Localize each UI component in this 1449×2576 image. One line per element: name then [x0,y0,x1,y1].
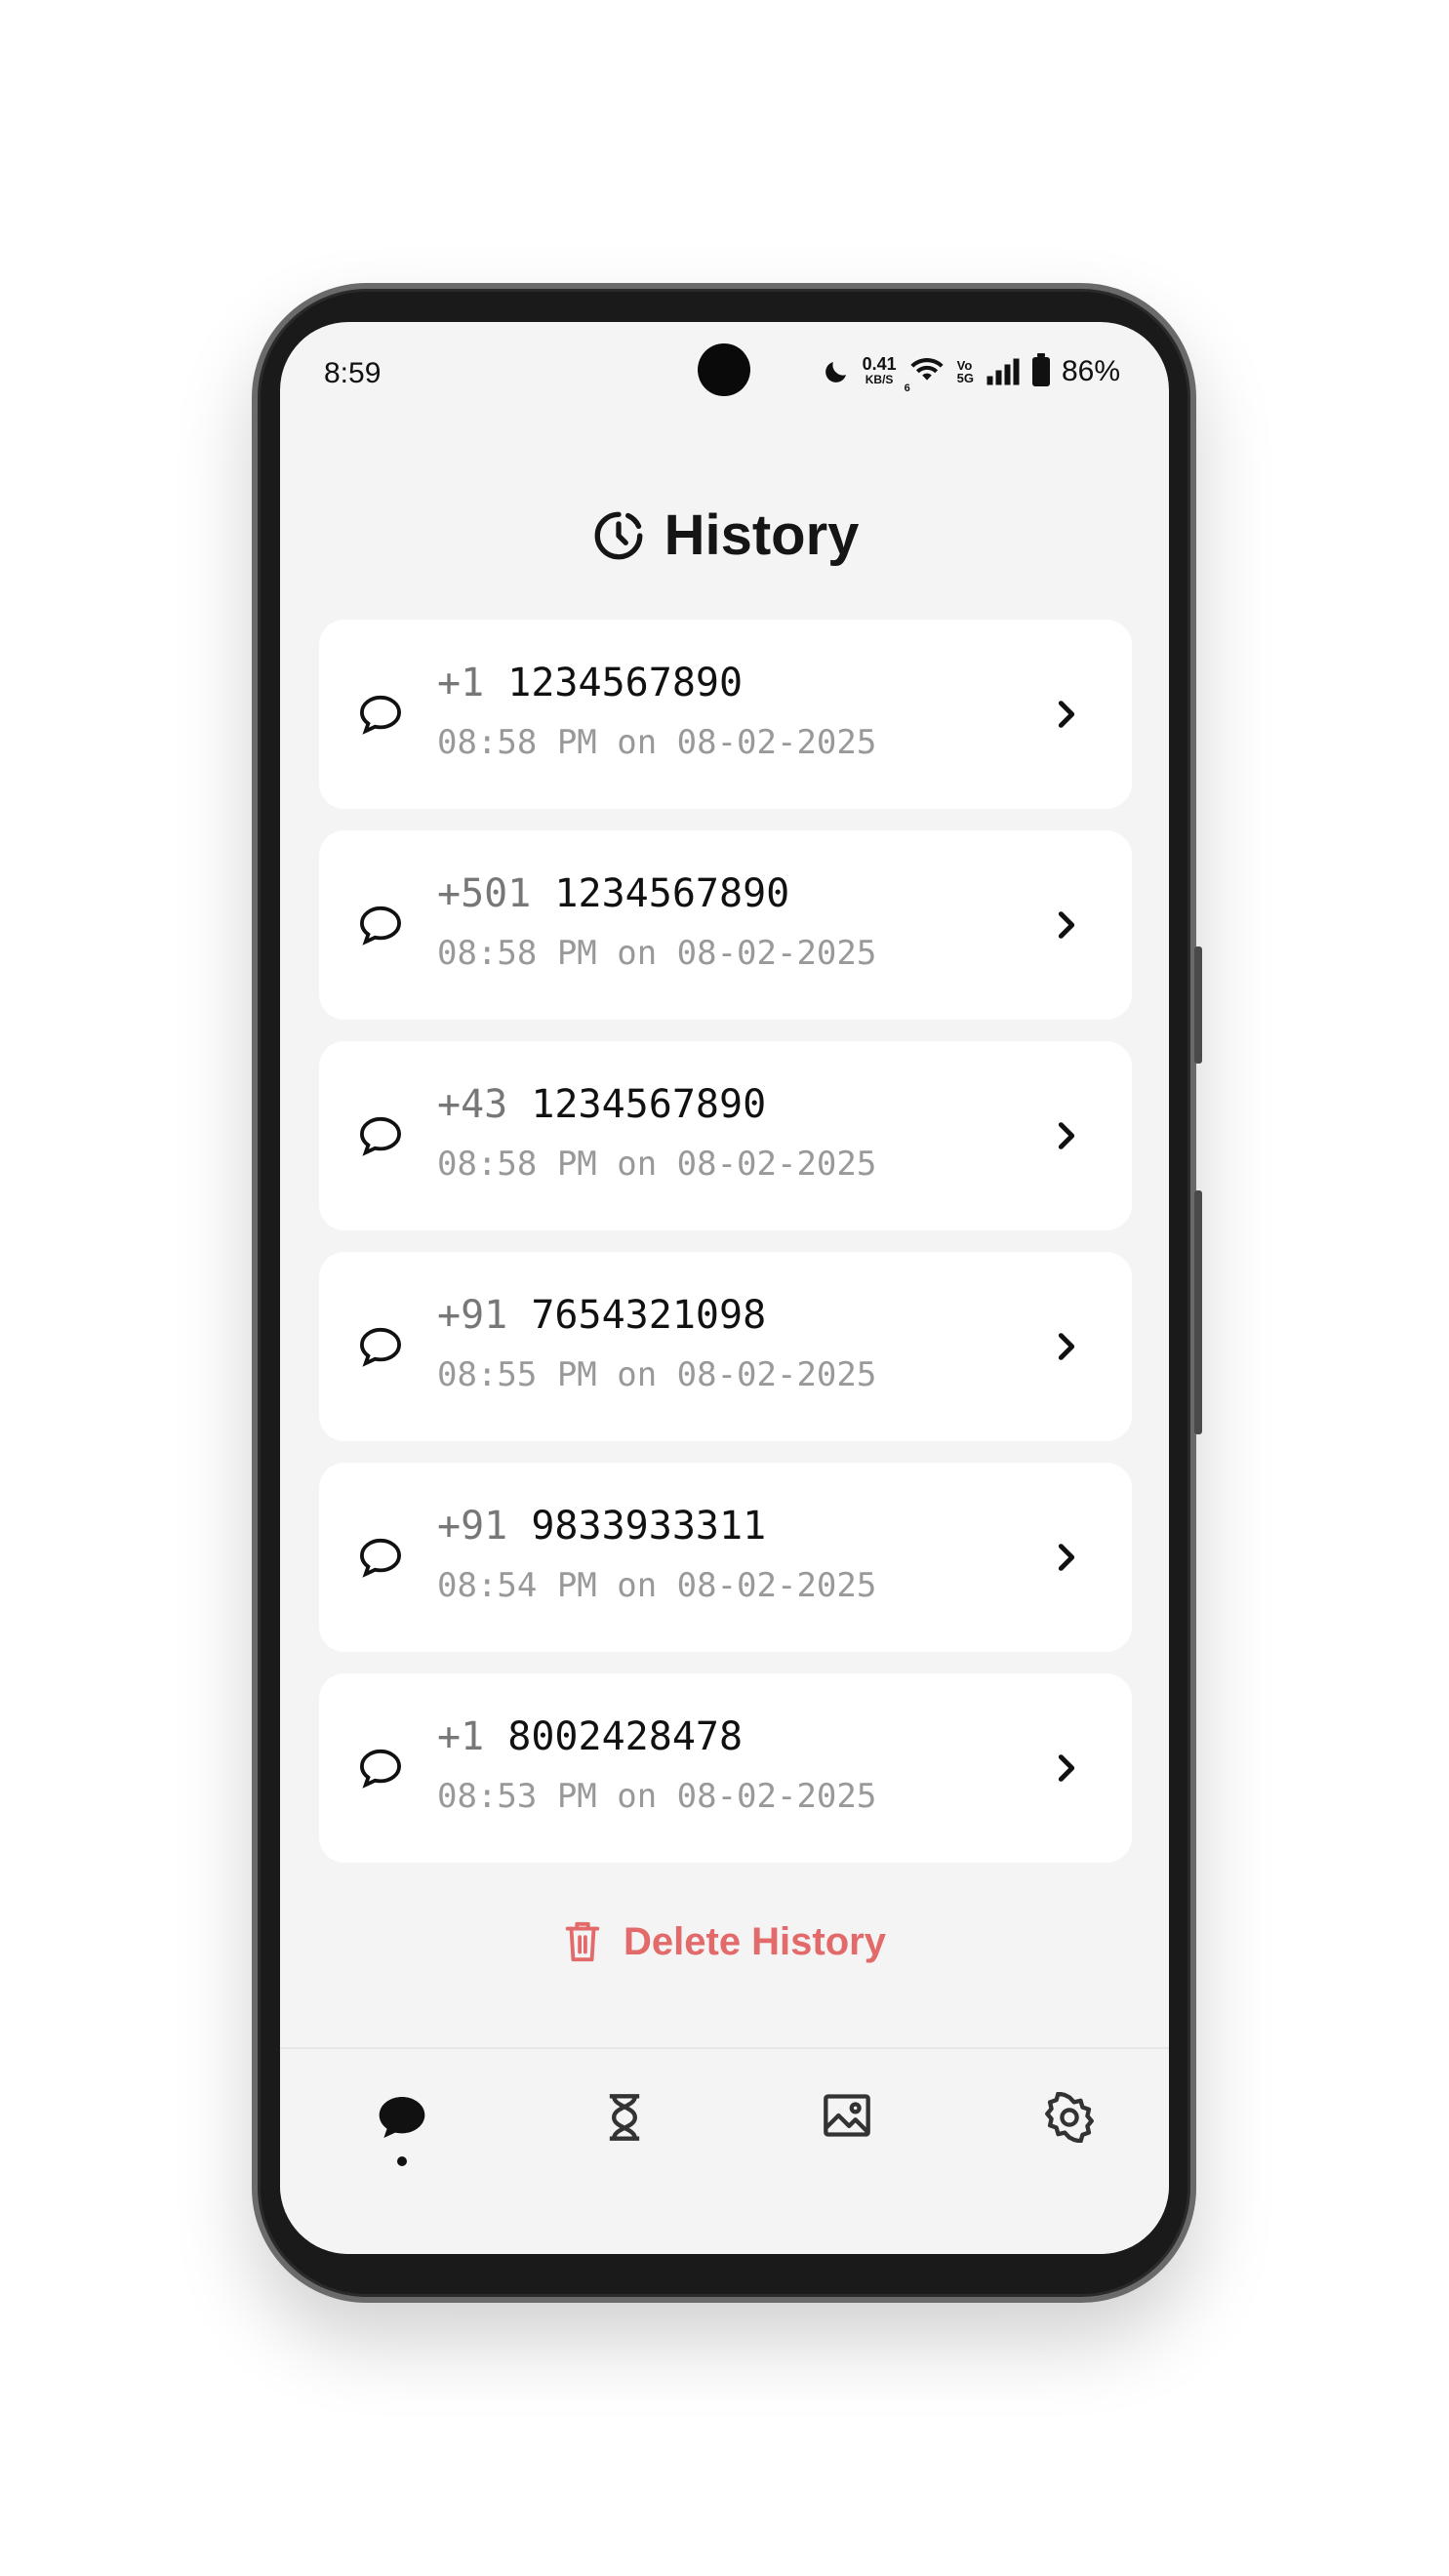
history-item[interactable]: +91 9833933311 08:54 PM on 08-02-2025 [319,1463,1132,1652]
nav-item-gallery[interactable] [808,2092,886,2190]
country-code: +1 [437,661,485,705]
nav-item-chat[interactable] [363,2092,441,2190]
history-item[interactable]: +1 1234567890 08:58 PM on 08-02-2025 [319,620,1132,809]
front-camera [698,343,750,396]
chat-icon [379,2097,425,2138]
active-indicator [397,2156,407,2166]
hourglass-icon [609,2094,640,2141]
network-speed-unit: KB/S [865,373,894,386]
phone-number: +501 1234567890 [437,871,789,916]
timestamp: 08:58 PM on 08-02-2025 [437,723,877,762]
history-clock-icon [594,511,642,559]
battery-percent: 86% [1061,355,1120,387]
chevron-right-icon [1058,701,1075,728]
country-code: +91 [437,1293,508,1338]
chevron-right-icon [1058,1122,1075,1149]
country-code: +1 [437,1714,485,1759]
volume-button [1194,946,1202,1064]
chat-bubble-icon [359,695,402,735]
phone-number: +91 9833933311 [437,1504,766,1549]
battery-icon [1031,353,1050,386]
signal-icon [986,358,1020,385]
phone-number: +43 1234567890 [437,1082,766,1127]
gear-icon [1045,2092,1094,2143]
status-bar: 8:59 0.41 KB/S 6 Vo 5G 86% [280,322,1169,429]
history-item[interactable]: +1 8002428478 08:53 PM on 08-02-2025 [319,1673,1132,1863]
timestamp: 08:54 PM on 08-02-2025 [437,1566,877,1605]
timestamp: 08:55 PM on 08-02-2025 [437,1355,877,1394]
image-icon [824,2094,870,2137]
phone-number: +91 7654321098 [437,1293,766,1338]
network-speed: 0.41 KB/S [862,354,897,387]
timestamp: 08:58 PM on 08-02-2025 [437,1145,877,1184]
country-code: +43 [437,1082,508,1127]
chevron-right-icon [1058,1544,1075,1571]
delete-history-button[interactable]: Delete History [280,1919,1169,1964]
history-item[interactable]: +91 7654321098 08:55 PM on 08-02-2025 [319,1252,1132,1441]
number: 1234567890 [507,661,744,705]
number: 7654321098 [531,1293,767,1338]
page-header: History [280,503,1169,568]
delete-history-label: Delete History [624,1919,886,1963]
number: 8002428478 [507,1714,744,1759]
history-list: +1 1234567890 08:58 PM on 08-02-2025 +50… [319,620,1132,1884]
volte-bottom: 5G [956,371,974,385]
chat-bubble-icon [359,906,402,946]
power-button [1194,1190,1202,1434]
number: 9833933311 [531,1504,767,1549]
chevron-right-icon [1058,1754,1075,1782]
number: 1234567890 [531,1082,767,1127]
chat-bubble-icon [359,1327,402,1367]
number: 1234567890 [554,871,790,916]
chat-bubble-icon [359,1116,402,1156]
do-not-disturb-moon-icon [825,362,846,382]
history-item[interactable]: +43 1234567890 08:58 PM on 08-02-2025 [319,1041,1132,1230]
country-code: +501 [437,871,532,916]
wifi-badge: 6 [904,382,910,394]
timestamp: 08:58 PM on 08-02-2025 [437,934,877,973]
chevron-right-icon [1058,911,1075,939]
history-item[interactable]: +501 1234567890 08:58 PM on 08-02-2025 [319,830,1132,1020]
page-title: History [664,503,860,567]
network-speed-value: 0.41 [862,354,897,374]
phone-number: +1 8002428478 [437,1714,743,1759]
chevron-right-icon [1058,1333,1075,1360]
wifi-status: 6 [905,353,946,394]
status-time: 8:59 [324,357,382,389]
chat-bubble-icon [359,1749,402,1789]
volte-indicator: Vo 5G [957,359,974,384]
app-screen: 8:59 0.41 KB/S 6 Vo 5G 86% History +1 12… [280,322,1169,2254]
trash-icon [565,1921,600,1962]
nav-item-timer[interactable] [585,2092,664,2190]
phone-number: +1 1234567890 [437,661,743,705]
chat-bubble-icon [359,1538,402,1578]
nav-item-settings[interactable] [1030,2092,1108,2190]
bottom-nav [280,2047,1169,2254]
timestamp: 08:53 PM on 08-02-2025 [437,1777,877,1816]
country-code: +91 [437,1504,508,1549]
wifi-icon [909,358,944,381]
